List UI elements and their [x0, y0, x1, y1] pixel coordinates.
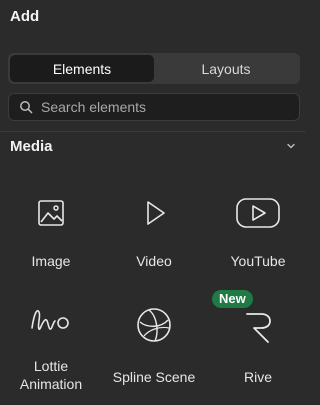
media-item-youtube[interactable]: YouTube — [210, 190, 306, 280]
media-item-lottie-animation[interactable]: Lottie Animation — [3, 300, 99, 392]
panel-title: Add — [10, 8, 40, 25]
section-title: Media — [10, 137, 53, 155]
media-item-label: Lottie — [33, 358, 69, 374]
media-item-label: Video — [136, 253, 172, 269]
spline-icon — [137, 308, 171, 342]
media-item-image[interactable]: Image — [3, 190, 99, 280]
tab-switcher: Elements Layouts — [8, 53, 300, 84]
media-item-label: Image — [31, 253, 71, 269]
media-item-spline-scene[interactable]: Spline Scene — [106, 300, 202, 390]
media-item-label-line2: Animation — [19, 376, 83, 392]
search-icon — [20, 101, 33, 114]
search-input[interactable] — [41, 99, 291, 115]
new-badge: New — [212, 290, 253, 308]
search-box[interactable] — [8, 93, 300, 121]
youtube-icon — [236, 198, 280, 228]
play-icon — [147, 201, 165, 225]
lottie-icon — [31, 310, 69, 331]
add-panel: Add Elements Layouts Media Image Video — [0, 0, 306, 405]
tab-elements[interactable]: Elements — [10, 55, 154, 82]
image-icon — [38, 200, 64, 226]
media-item-video[interactable]: Video — [106, 190, 202, 280]
media-item-rive[interactable]: New Rive — [210, 290, 306, 390]
media-item-label: Rive — [243, 369, 272, 385]
tab-layouts[interactable]: Layouts — [154, 55, 298, 82]
media-item-label: YouTube — [230, 253, 286, 269]
media-section-header[interactable]: Media — [10, 136, 296, 156]
rive-icon — [246, 313, 271, 343]
divider — [0, 131, 306, 132]
media-item-label: Spline Scene — [112, 369, 196, 385]
chevron-down-icon[interactable] — [286, 142, 296, 150]
